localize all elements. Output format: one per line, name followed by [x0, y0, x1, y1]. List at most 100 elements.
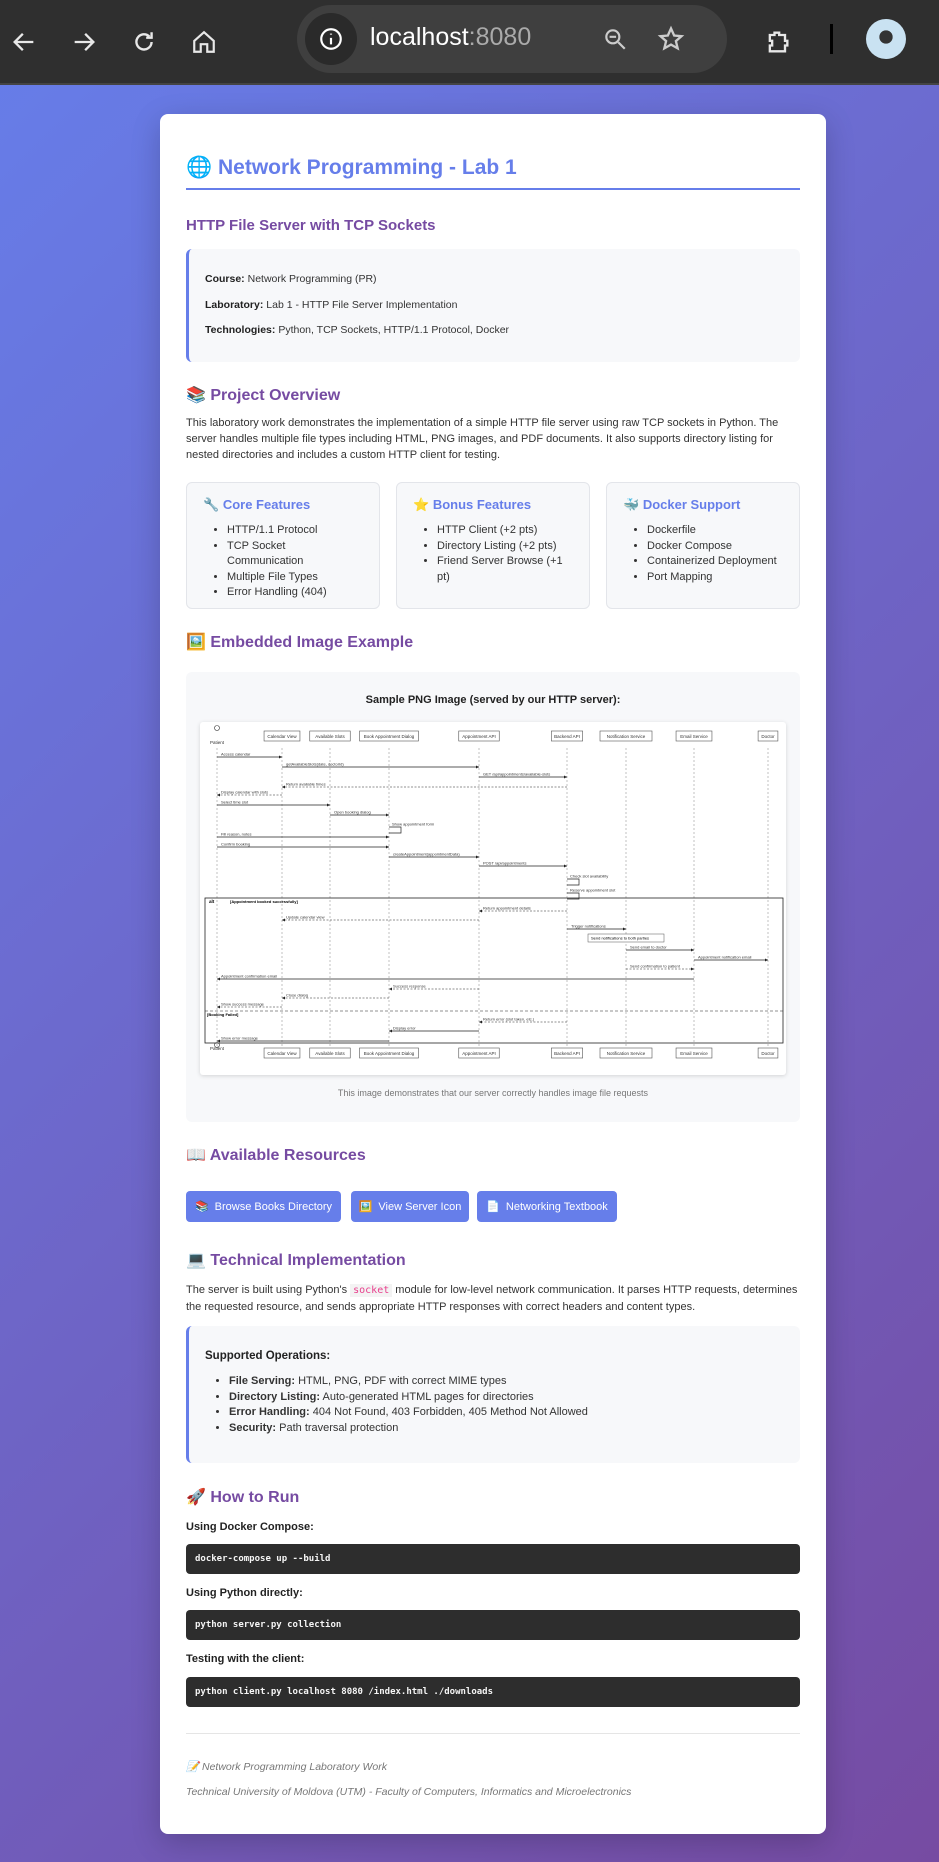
books-icon: 📚 — [194, 1201, 209, 1213]
picture-icon: 🖼️ — [186, 634, 206, 651]
footer-divider — [186, 1733, 800, 1734]
arrow-head — [282, 918, 285, 922]
networking-textbook-button[interactable]: 📄 Networking Textbook — [477, 1191, 617, 1222]
message-label: Select time slot — [221, 800, 249, 805]
arrow-head — [479, 909, 482, 913]
page-title: 🌐 Network Programming - Lab 1 — [186, 156, 800, 190]
message-label: Show success message — [221, 1002, 265, 1007]
message-label: Check slot availability — [570, 874, 608, 879]
forward-icon[interactable] — [66, 24, 102, 60]
participant-label: Email Service — [680, 1051, 708, 1056]
message-label: getAvailableSlots(date, doctorId) — [286, 762, 344, 767]
zoom-out-icon[interactable] — [597, 21, 633, 57]
arrow-head — [327, 803, 330, 807]
message-label: Appointment confirmation email — [221, 974, 277, 979]
address-bar[interactable]: localhost:8080 — [297, 5, 727, 73]
feature-card-core: 🔧 Core FeaturesHTTP/1.1 ProtocolTCP Sock… — [186, 482, 380, 609]
participant-label: Available Slots — [315, 1051, 345, 1056]
participant-label: Appointment API — [462, 734, 496, 739]
socket-code: socket — [350, 1284, 393, 1297]
globe-icon: 🌐 — [186, 156, 213, 179]
feature-card-docker: 🐳 Docker SupportDockerfileDocker Compose… — [606, 482, 800, 609]
arrow-head — [217, 977, 220, 981]
message-label: Return available times — [286, 782, 326, 787]
arrow-head — [279, 755, 282, 759]
participant-label: Patient — [210, 1046, 225, 1051]
arrow-head — [282, 996, 285, 1000]
extensions-icon[interactable] — [760, 24, 796, 60]
profile-avatar[interactable] — [866, 19, 906, 59]
participant-label: Doctor — [761, 1051, 775, 1056]
arrow-head — [217, 1039, 220, 1043]
code-block: python server.py collection — [186, 1610, 800, 1640]
note-text: Send notifications to both parties — [591, 936, 649, 941]
code-block: docker-compose up --build — [186, 1544, 800, 1574]
url-text[interactable]: localhost:8080 — [370, 23, 531, 52]
participant-label: Appointment API — [462, 1051, 496, 1056]
arrow-head — [386, 813, 389, 817]
participant-label: Doctor — [761, 734, 775, 739]
participant-label: Notification Service — [607, 734, 646, 739]
participant-label: Available Slots — [315, 734, 345, 739]
arrow-head — [564, 864, 567, 868]
back-icon[interactable] — [6, 24, 42, 60]
section-heading-embedded: 🖼️ Embedded Image Example — [186, 634, 414, 651]
star-icon: ⭐ — [413, 497, 430, 512]
document-icon: 📄 — [486, 1201, 500, 1213]
wrench-icon: 🔧 — [203, 497, 220, 512]
view-server-icon-button[interactable]: 🖼️ View Server Icon — [351, 1191, 469, 1222]
message-label: Send email to doctor — [630, 945, 667, 950]
arrow-head — [217, 793, 220, 797]
participant-label: Backend API — [554, 1051, 580, 1056]
image-caption: This image demonstrates that our server … — [337, 1088, 649, 1098]
toolbar-divider — [830, 24, 833, 54]
arrow-head — [282, 785, 285, 789]
picture-icon: 🖼️ — [358, 1201, 373, 1213]
technical-text: The server is built using Python's socke… — [186, 1284, 798, 1313]
self-message-arrow — [567, 878, 580, 886]
arrow-head — [217, 1005, 220, 1009]
info-technologies: Technologies: Python, TCP Sockets, HTTP/… — [205, 324, 510, 336]
message-label: Show appointment form — [392, 822, 435, 827]
arrow-head — [479, 1020, 482, 1024]
course-info-box: Course: Network Programming (PR) Laborat… — [186, 249, 800, 362]
actor-icon — [214, 725, 220, 731]
footer-line-1: 📝 Network Programming Laboratory Work — [186, 1761, 387, 1773]
message-label: Confirm booking — [221, 842, 250, 847]
alt-condition: [Appointment booked successfully] — [230, 899, 298, 904]
reload-icon[interactable] — [126, 24, 162, 60]
message-label: Open booking dialog — [334, 810, 371, 815]
info-course: Course: Network Programming (PR) — [205, 273, 377, 285]
bookmark-star-icon[interactable] — [653, 21, 689, 57]
arrow-head — [623, 927, 626, 931]
browse-books-button[interactable]: 📚 Browse Books Directory — [186, 1191, 341, 1222]
section-heading-overview: 📚 Project Overview — [186, 387, 341, 404]
footer-line-2: Technical University of Moldova (UTM) - … — [186, 1786, 632, 1798]
message-label: Show error message — [221, 1036, 259, 1041]
arrow-head — [386, 835, 389, 839]
site-info-icon[interactable] — [305, 13, 357, 65]
step-label: Using Python directly: — [186, 1587, 303, 1599]
embedded-image-box: Sample PNG Image (served by our HTTP ser… — [186, 672, 800, 1122]
message-label: createAppointment(appointmentData) — [393, 852, 460, 857]
participant-label: Email Service — [680, 734, 708, 739]
page-title-text: Network Programming - Lab 1 — [218, 156, 517, 179]
memo-icon: 📝 — [186, 1761, 200, 1773]
participant-label: Patient — [210, 740, 225, 745]
message-label: Trigger notifications — [571, 924, 606, 929]
sequence-diagram-image: Patient Patient Calendar View Calendar View… — [200, 722, 786, 1075]
ops-title: Supported Operations: — [205, 1350, 331, 1362]
subtitle: HTTP File Server with TCP Sockets — [186, 217, 436, 234]
step-label: Using Docker Compose: — [186, 1521, 314, 1533]
message-label: POST /api/appointments — [483, 861, 527, 866]
message-label: Access calendar — [221, 752, 251, 757]
arrow-head — [476, 765, 479, 769]
supported-operations-box: Supported Operations: File Serving: HTML… — [186, 1326, 800, 1463]
message-label: GET /api/appointments/available-slots — [483, 772, 550, 777]
step-label: Testing with the client: — [186, 1653, 305, 1665]
op-item: File Serving: HTML, PNG, PDF with correc… — [229, 1374, 800, 1390]
home-icon[interactable] — [186, 24, 222, 60]
participant-label: Book Appointment Dialog — [364, 1051, 415, 1056]
arrow-head — [765, 958, 768, 962]
message-label: Fill reason, notes — [221, 832, 251, 837]
